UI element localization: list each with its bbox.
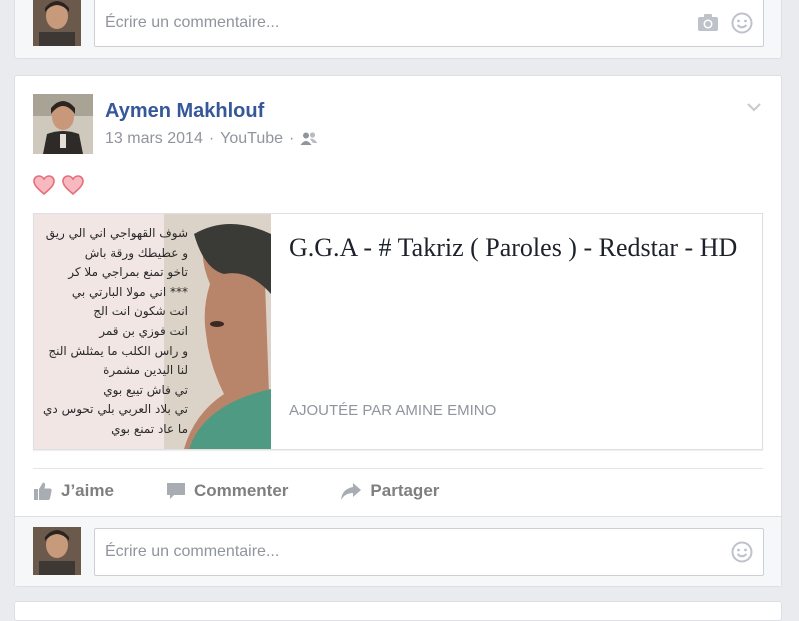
smiley-icon[interactable] [731, 541, 753, 563]
added-by-label: AJOUTÉE PAR AMINE EMINO [289, 402, 497, 419]
thumbnail-text-line: تي فاش تيبع بوي [103, 382, 188, 397]
thumbnail-text-line: تي بلاد العربي بلي تحوس دي [43, 402, 188, 417]
like-label: J’aime [61, 481, 114, 500]
current-user-avatar[interactable] [33, 527, 81, 575]
post-actions: J’aime Commenter Partager [33, 471, 491, 511]
thumbnail-overlay-text: شوف القهواجي اني الي ريق و عطيطك ورقة باش… [38, 224, 188, 440]
post-source[interactable]: YouTube [220, 130, 283, 148]
heart-emoji-icon [33, 175, 84, 196]
author-avatar[interactable] [33, 94, 93, 154]
meta-separator: · [289, 130, 295, 147]
thumbnail-text-line: و راس الكلب ما يمثلش النج [48, 343, 188, 358]
next-post-card [14, 601, 782, 621]
thumbnail-text-line: و عطيطك ورقة باش [84, 245, 188, 260]
thumbnail-text-line: *** اني مولا البارتي بي [71, 284, 188, 299]
friends-icon[interactable] [300, 131, 318, 147]
camera-icon[interactable] [697, 12, 719, 34]
smiley-icon[interactable] [731, 12, 753, 34]
post-header: Aymen Makhlouf 13 mars 2014 · YouTube · [33, 94, 763, 158]
attachment-body: G.G.A - # Takriz ( Paroles ) - Redstar -… [271, 214, 762, 449]
thumbnail-text-line: شوف القهواجي اني الي ريق [45, 226, 188, 240]
post-comment-area: Écrire un commentaire... [15, 516, 781, 586]
chevron-down-icon[interactable] [745, 98, 763, 116]
shared-video-attachment[interactable]: شوف القهواجي اني الي ريق و عطيطك ورقة باش… [33, 213, 763, 450]
share-label: Partager [370, 481, 440, 500]
like-button[interactable]: J’aime [33, 481, 114, 501]
comment-input[interactable]: Écrire un commentaire... [94, 528, 764, 576]
comment-placeholder: Écrire un commentaire... [105, 543, 280, 560]
thumbnail-text-line: تاخو تمنع بمراجي ملا كر [68, 265, 188, 280]
video-thumbnail[interactable]: شوف القهواجي اني الي ريق و عطيطك ورقة باش… [34, 214, 271, 449]
thumbnail-text-line: لنا اليدين مشمرة [103, 363, 188, 378]
current-user-avatar[interactable] [33, 0, 81, 46]
comment-input[interactable]: Écrire un commentaire... [94, 0, 764, 47]
thumbs-up-icon [34, 482, 52, 500]
thumbnail-text-line: ما عاد تمنع بوي [111, 421, 188, 436]
feed-post: Aymen Makhlouf 13 mars 2014 · YouTube · [14, 75, 782, 587]
thumbnail-text-line: انت شكون انت الج [93, 304, 188, 319]
comment-bubble-icon [166, 483, 185, 499]
comment-label: Commenter [193, 481, 289, 500]
post-date[interactable]: 13 mars 2014 [105, 130, 203, 148]
video-title[interactable]: G.G.A - # Takriz ( Paroles ) - Redstar -… [289, 232, 744, 264]
author-name[interactable]: Aymen Makhlouf [105, 100, 264, 123]
post-meta: 13 mars 2014 · YouTube · [105, 130, 318, 148]
comment-placeholder: Écrire un commentaire... [105, 13, 280, 31]
thumbnail-text-line: انت فوزي بن قمر [99, 323, 188, 338]
share-arrow-icon [341, 483, 362, 500]
share-button[interactable]: Partager [340, 481, 439, 501]
comment-button[interactable]: Commenter [166, 481, 288, 501]
actions-divider [33, 468, 763, 469]
post-text [33, 174, 85, 204]
meta-separator: · [208, 130, 215, 147]
previous-post-comment-area: Écrire un commentaire... [14, 0, 782, 59]
